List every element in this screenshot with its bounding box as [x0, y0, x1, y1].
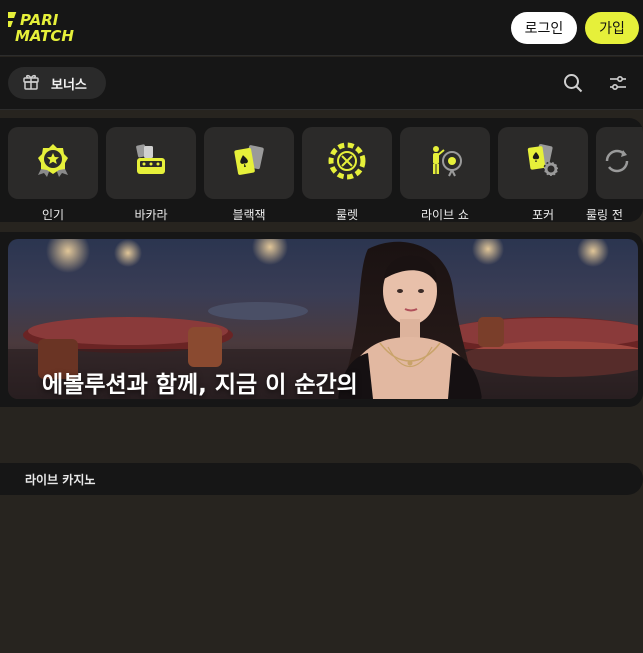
- sub-toolbar: 보너스: [0, 57, 643, 110]
- roulette-icon: [327, 141, 367, 185]
- category-tile-roulette[interactable]: [302, 127, 392, 199]
- section-live-casino[interactable]: 라이브 카지노: [0, 463, 643, 495]
- promo-banner-container: 에볼루션과 함께, 지금 이 순간의: [0, 232, 643, 407]
- top-header: PARI MATCH 로그인 가입: [0, 0, 643, 56]
- category-label: 인기: [41, 208, 65, 222]
- category-tile-live-show[interactable]: [400, 127, 490, 199]
- category-label: 바카라: [134, 208, 168, 222]
- bonus-button[interactable]: 보너스: [8, 67, 106, 99]
- category-label: 라이브 쇼: [421, 208, 469, 222]
- login-button[interactable]: 로그인: [511, 12, 577, 44]
- search-icon[interactable]: [561, 71, 585, 95]
- badge-star-icon: [33, 141, 73, 185]
- category-tile-baccarat[interactable]: [106, 127, 196, 199]
- category-tile-rolling[interactable]: [596, 127, 643, 199]
- playing-cards-icon: [229, 141, 269, 185]
- refresh-icon: [597, 141, 637, 185]
- live-show-icon: [425, 141, 465, 185]
- category-label: 룰링 전: [586, 208, 623, 222]
- join-button[interactable]: 가입: [585, 12, 639, 44]
- category-tile-popular[interactable]: [8, 127, 98, 199]
- poker-chip-cards-icon: [523, 141, 563, 185]
- category-tile-poker[interactable]: [498, 127, 588, 199]
- baccarat-icon: [131, 141, 171, 185]
- section-title: 라이브 카지노: [25, 472, 96, 487]
- parimatch-logo[interactable]: PARI MATCH: [1, 10, 108, 45]
- banner-title: 에볼루션과 함께, 지금 이 순간의: [42, 372, 358, 398]
- bonus-label: 보너스: [51, 77, 87, 93]
- category-label: 포커: [531, 208, 555, 222]
- category-tile-blackjack[interactable]: [204, 127, 294, 199]
- category-label: 룰렛: [335, 208, 359, 222]
- gift-icon: [22, 72, 40, 94]
- filter-sliders-icon[interactable]: [606, 71, 630, 95]
- category-carousel[interactable]: 인기 바카라 블랙잭 룰렛 라이브 쇼 포커 룰링 전: [0, 118, 643, 222]
- category-label: 블랙잭: [232, 208, 266, 222]
- logo-text-line2: MATCH: [15, 27, 74, 44]
- promo-banner[interactable]: 에볼루션과 함께, 지금 이 순간의: [8, 239, 638, 399]
